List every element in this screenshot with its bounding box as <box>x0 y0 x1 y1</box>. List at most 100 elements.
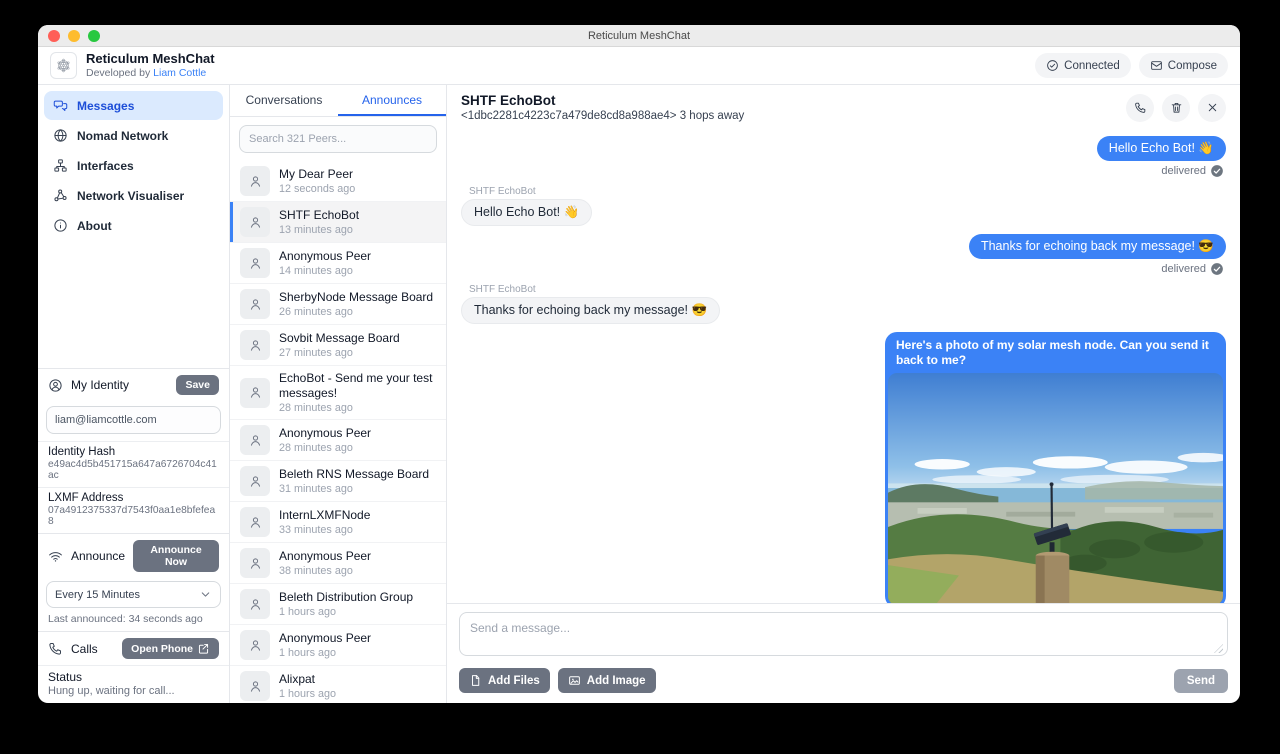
add-files-button[interactable]: Add Files <box>459 668 550 693</box>
composer-input-wrap <box>459 612 1228 661</box>
sidebar-nav: Messages Nomad Network <box>38 85 229 246</box>
peer-list-item[interactable]: My Dear Peer 12 seconds ago <box>230 161 446 202</box>
peer-name: Anonymous Peer <box>279 426 371 441</box>
peer-announce-time: 27 minutes ago <box>279 347 400 359</box>
peer-text: Anonymous Peer 1 hours ago <box>279 631 371 659</box>
sidebar-item-interfaces[interactable]: Interfaces <box>44 151 223 180</box>
peer-avatar <box>240 378 270 408</box>
call-status-block: Status Hung up, waiting for call... <box>38 665 229 703</box>
outgoing-message: Hello Echo Bot! 👋 <box>1097 136 1226 161</box>
peer-list-item[interactable]: Beleth Distribution Group 1 hours ago <box>230 584 446 625</box>
peer-list-item[interactable]: Anonymous Peer 28 minutes ago <box>230 420 446 461</box>
peer-name: Anonymous Peer <box>279 249 371 264</box>
peer-list-item[interactable]: SHTF EchoBot 13 minutes ago <box>230 202 446 243</box>
chat-bubbles-icon <box>53 98 68 113</box>
peer-avatar <box>240 630 270 660</box>
peer-avatar <box>240 671 270 701</box>
peer-avatar <box>240 466 270 496</box>
add-image-button[interactable]: Add Image <box>558 668 656 693</box>
announce-now-button[interactable]: Announce Now <box>133 540 219 572</box>
peer-text: SherbyNode Message Board 26 minutes ago <box>279 290 433 318</box>
person-icon <box>248 474 263 489</box>
peer-announce-time: 13 minutes ago <box>279 224 359 236</box>
sidebar-item-nomad-network[interactable]: Nomad Network <box>44 121 223 150</box>
trash-icon <box>1170 101 1183 114</box>
peer-list-item[interactable]: SherbyNode Message Board 26 minutes ago <box>230 284 446 325</box>
send-button[interactable]: Send <box>1174 669 1228 693</box>
identity-hash-block: Identity Hash e49ac4d5b451715a647a672670… <box>38 441 229 487</box>
peer-list-item[interactable]: Anonymous Peer 1 hours ago <box>230 625 446 666</box>
close-chat-button[interactable] <box>1198 94 1226 122</box>
peer-list-item[interactable]: EchoBot - Send me your test messages! 28… <box>230 366 446 420</box>
app-name: Reticulum MeshChat <box>86 52 215 67</box>
peer-announce-time: 28 minutes ago <box>279 402 436 414</box>
delivered-check-icon <box>1210 164 1224 178</box>
peer-list-item[interactable]: Anonymous Peer 14 minutes ago <box>230 243 446 284</box>
peer-list-item[interactable]: Beleth RNS Message Board 31 minutes ago <box>230 461 446 502</box>
sidebar-label-network-visualiser: Network Visualiser <box>77 189 184 203</box>
app-header: Reticulum MeshChat Developed by Liam Cot… <box>38 47 1240 85</box>
peer-avatar <box>240 330 270 360</box>
peer-name: Sovbit Message Board <box>279 331 400 346</box>
person-icon <box>248 215 263 230</box>
peer-announce-time: 28 minutes ago <box>279 442 371 454</box>
person-icon <box>248 638 263 653</box>
developed-by-text: Developed by <box>86 67 150 79</box>
peer-text: Beleth RNS Message Board 31 minutes ago <box>279 467 429 495</box>
delete-conversation-button[interactable] <box>1162 94 1190 122</box>
tab-conversations[interactable]: Conversations <box>230 85 338 116</box>
save-button[interactable]: Save <box>176 375 219 395</box>
peer-avatar <box>240 248 270 278</box>
person-icon <box>248 297 263 312</box>
peer-list-item[interactable]: Anonymous Peer 38 minutes ago <box>230 543 446 584</box>
person-icon <box>248 338 263 353</box>
tab-announces[interactable]: Announces <box>338 85 446 116</box>
peer-avatar <box>240 207 270 237</box>
person-icon <box>248 433 263 448</box>
my-identity-label: My Identity <box>71 378 129 392</box>
compose-label: Compose <box>1168 60 1217 72</box>
developer-link[interactable]: Liam Cottle <box>153 67 206 79</box>
sidebar-label-about: About <box>77 219 112 233</box>
close-icon <box>1206 101 1219 114</box>
email-field[interactable] <box>46 406 221 434</box>
chat-actions <box>1126 94 1226 122</box>
composer-buttons-row: Add Files Add Image Send <box>459 668 1228 693</box>
peer-name: Beleth Distribution Group <box>279 590 413 605</box>
peer-search-input[interactable] <box>239 125 437 153</box>
announce-interval-select[interactable]: Every 15 Minutes <box>46 581 221 608</box>
peer-name: Alixpat <box>279 672 336 687</box>
sitemap-icon <box>53 158 68 173</box>
peer-text: Anonymous Peer 14 minutes ago <box>279 249 371 277</box>
peer-list-item[interactable]: Sovbit Message Board 27 minutes ago <box>230 325 446 366</box>
external-link-icon <box>197 642 210 655</box>
app-subtitle: Developed by Liam Cottle <box>86 67 215 79</box>
envelope-icon <box>1150 59 1163 72</box>
peer-list-item[interactable]: InternLXMFNode 33 minutes ago <box>230 502 446 543</box>
peer-list-item[interactable]: Alixpat 1 hours ago <box>230 666 446 703</box>
outgoing-photo-message[interactable]: Here's a photo of my solar mesh node. Ca… <box>885 332 1226 603</box>
peer-text: EchoBot - Send me your test messages! 28… <box>279 371 436 414</box>
message-input[interactable] <box>459 612 1228 656</box>
peer-name: SHTF EchoBot <box>279 208 359 223</box>
sidebar-label-nomad-network: Nomad Network <box>77 129 168 143</box>
open-phone-button[interactable]: Open Phone <box>122 638 219 659</box>
call-peer-button[interactable] <box>1126 94 1154 122</box>
peer-name: My Dear Peer <box>279 167 355 182</box>
compose-button[interactable]: Compose <box>1139 53 1228 78</box>
add-files-label: Add Files <box>488 675 540 687</box>
announce-row: Announce Announce Now <box>38 533 229 578</box>
wifi-icon <box>48 549 63 564</box>
peer-text: InternLXMFNode 33 minutes ago <box>279 508 370 536</box>
delivery-status: delivered <box>1161 164 1224 178</box>
sidebar-item-network-visualiser[interactable]: Network Visualiser <box>44 181 223 210</box>
peer-announce-time: 31 minutes ago <box>279 483 429 495</box>
nodes-icon <box>53 188 68 203</box>
photo-caption: Here's a photo of my solar mesh node. Ca… <box>888 335 1223 373</box>
lxmf-address-label: LXMF Address <box>48 492 219 504</box>
phone-icon <box>48 641 63 656</box>
peer-announce-time: 1 hours ago <box>279 688 336 700</box>
sidebar-item-about[interactable]: About <box>44 211 223 240</box>
peer-name: Anonymous Peer <box>279 549 371 564</box>
sidebar-item-messages[interactable]: Messages <box>44 91 223 120</box>
